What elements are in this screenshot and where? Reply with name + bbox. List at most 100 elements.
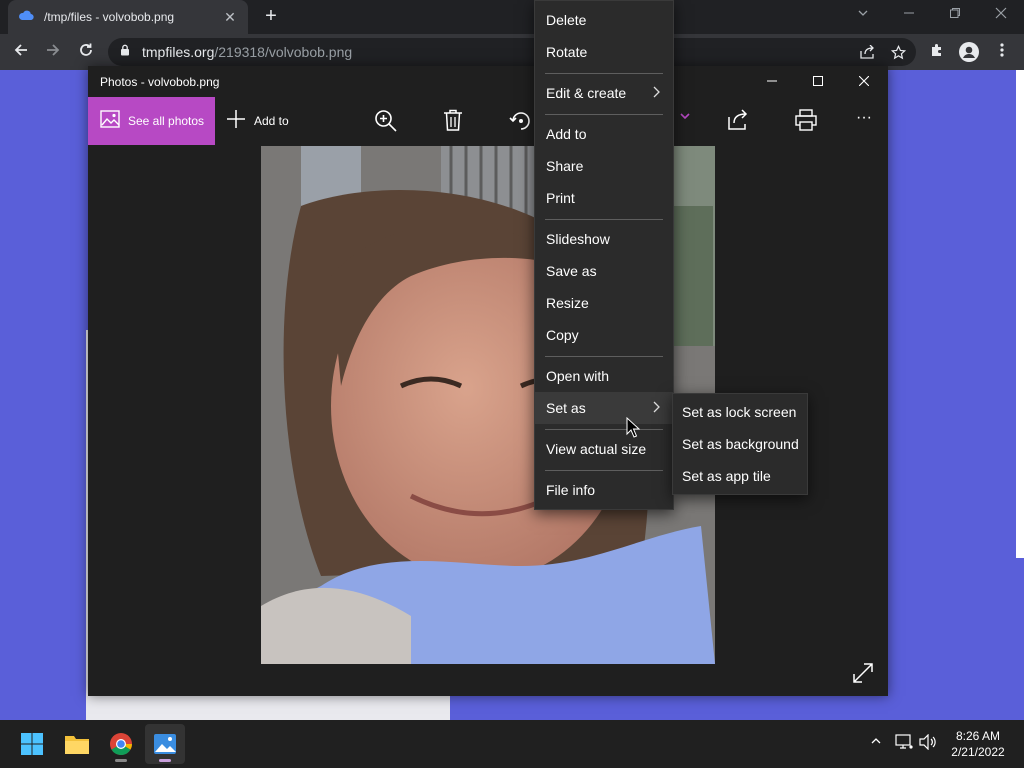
see-all-photos-label: See all photos — [128, 114, 205, 128]
reload-icon[interactable] — [75, 42, 97, 64]
photos-toolbar: See all photos Add to ··· — [88, 97, 888, 145]
zoom-in-icon[interactable] — [373, 109, 399, 135]
expand-icon[interactable] — [852, 662, 874, 684]
chrome-icon[interactable] — [101, 724, 141, 764]
submenu-item-label: Set as app tile — [682, 468, 771, 484]
file-explorer-icon[interactable] — [57, 724, 97, 764]
menu-item-label: Copy — [546, 327, 579, 343]
menu-item-resize[interactable]: Resize — [535, 287, 673, 319]
browser-tab-bar: /tmp/files - volvobob.png ✕ + — [0, 0, 1024, 34]
browser-tab[interactable]: /tmp/files - volvobob.png ✕ — [8, 0, 248, 34]
menu-item-label: Add to — [546, 126, 587, 142]
trash-icon[interactable] — [440, 109, 466, 135]
profile-icon[interactable] — [958, 42, 980, 67]
tab-search-chevron-down-icon[interactable] — [852, 6, 874, 26]
browser-minimize-button[interactable] — [898, 6, 920, 26]
tab-title: /tmp/files - volvobob.png — [44, 10, 175, 24]
menu-item-label: File info — [546, 482, 596, 498]
chevron-up-icon[interactable] — [866, 734, 886, 750]
menu-item-view-actual-size[interactable]: View actual size — [535, 433, 673, 465]
tab-close-button[interactable]: ✕ — [222, 9, 238, 26]
photos-context-menu: Delete Rotate Edit & create Add to Share… — [534, 0, 674, 510]
share-icon[interactable] — [725, 109, 751, 135]
menu-item-label: Resize — [546, 295, 589, 311]
clock-time: 8:26 AM — [955, 729, 1001, 743]
submenu-item-label: Set as background — [682, 436, 799, 452]
menu-item-label: Open with — [546, 368, 610, 384]
menu-item-label: Edit & create — [546, 85, 627, 101]
taskbar-clock[interactable]: 8:26 AM 2/21/2022 — [944, 728, 1012, 760]
chevron-right-icon — [653, 85, 661, 101]
add-to-label: Add to — [254, 114, 289, 128]
volume-icon[interactable] — [918, 733, 938, 753]
photos-window-title: Photos - volvobob.png — [100, 75, 220, 89]
forward-arrow-icon[interactable] — [42, 42, 64, 64]
menu-item-label: Set as — [546, 400, 586, 416]
photos-icon — [100, 109, 120, 133]
windows-taskbar: 8:26 AM 2/21/2022 — [0, 720, 1024, 768]
menu-item-set-as[interactable]: Set as — [535, 392, 673, 424]
menu-item-label: Save as — [546, 263, 597, 279]
menu-item-delete[interactable]: Delete — [535, 4, 673, 36]
submenu-item-set-as-lock-screen[interactable]: Set as lock screen — [673, 396, 807, 428]
menu-item-open-with[interactable]: Open with — [535, 360, 673, 392]
menu-item-edit-create[interactable]: Edit & create — [535, 77, 673, 109]
mouse-cursor-icon — [626, 416, 641, 439]
submenu-item-set-as-background[interactable]: Set as background — [673, 428, 807, 460]
kebab-menu-icon[interactable] — [991, 42, 1013, 63]
menu-item-label: Rotate — [546, 44, 588, 60]
clock-date: 2/21/2022 — [951, 745, 1005, 759]
menu-separator — [545, 114, 663, 115]
menu-separator — [545, 429, 663, 430]
see-all-photos-button[interactable]: See all photos — [88, 97, 215, 145]
extensions-icon[interactable] — [926, 42, 948, 63]
plus-icon — [226, 109, 246, 134]
menu-item-slideshow[interactable]: Slideshow — [535, 223, 673, 255]
lock-icon[interactable] — [120, 43, 130, 61]
menu-item-rotate[interactable]: Rotate — [535, 36, 673, 68]
menu-item-save-as[interactable]: Save as — [535, 255, 673, 287]
active-indicator — [159, 759, 171, 762]
chevron-right-icon — [653, 400, 661, 416]
web-page-scroll-region — [1016, 70, 1024, 558]
menu-item-print[interactable]: Print — [535, 182, 673, 214]
menu-item-label: View actual size — [546, 441, 647, 457]
windows-start-icon[interactable] — [12, 724, 52, 764]
photos-minimize-button[interactable] — [757, 70, 787, 92]
share-icon[interactable] — [860, 44, 876, 62]
menu-separator — [545, 73, 663, 74]
browser-toolbar: tmpfiles.org/219318/volvobob.png — [0, 34, 1024, 70]
url-path: /219318/volvobob.png — [214, 44, 353, 60]
chevron-down-icon[interactable] — [672, 109, 698, 135]
menu-separator — [545, 356, 663, 357]
menu-item-label: Slideshow — [546, 231, 610, 247]
menu-item-share[interactable]: Share — [535, 150, 673, 182]
running-indicator — [115, 759, 127, 762]
browser-close-button[interactable] — [990, 6, 1012, 26]
submenu-item-set-as-app-tile[interactable]: Set as app tile — [673, 460, 807, 492]
menu-item-copy[interactable]: Copy — [535, 319, 673, 351]
submenu-item-label: Set as lock screen — [682, 404, 797, 420]
browser-restore-button[interactable] — [944, 6, 966, 26]
url-host: tmpfiles.org — [142, 44, 215, 60]
print-icon[interactable] — [793, 109, 819, 135]
back-arrow-icon[interactable] — [10, 42, 32, 64]
menu-item-label: Print — [546, 190, 575, 206]
more-options-button[interactable]: ··· — [851, 109, 877, 135]
rotate-icon[interactable] — [508, 109, 534, 135]
network-icon[interactable] — [894, 734, 914, 753]
menu-item-file-info[interactable]: File info — [535, 474, 673, 506]
photos-window: Photos - volvobob.png See all photos Add… — [88, 66, 888, 696]
menu-separator — [545, 219, 663, 220]
photos-maximize-button[interactable] — [803, 70, 833, 92]
menu-item-add-to[interactable]: Add to — [535, 118, 673, 150]
add-to-button[interactable]: Add to — [226, 97, 289, 145]
address-bar[interactable]: tmpfiles.org/219318/volvobob.png — [108, 38, 916, 66]
photos-close-button[interactable] — [849, 70, 879, 92]
photos-app-icon[interactable] — [145, 724, 185, 764]
set-as-submenu: Set as lock screen Set as background Set… — [672, 393, 808, 495]
star-icon[interactable] — [890, 44, 907, 63]
cloud-icon — [18, 8, 34, 26]
menu-item-label: Delete — [546, 12, 587, 28]
new-tab-button[interactable]: + — [260, 6, 282, 28]
